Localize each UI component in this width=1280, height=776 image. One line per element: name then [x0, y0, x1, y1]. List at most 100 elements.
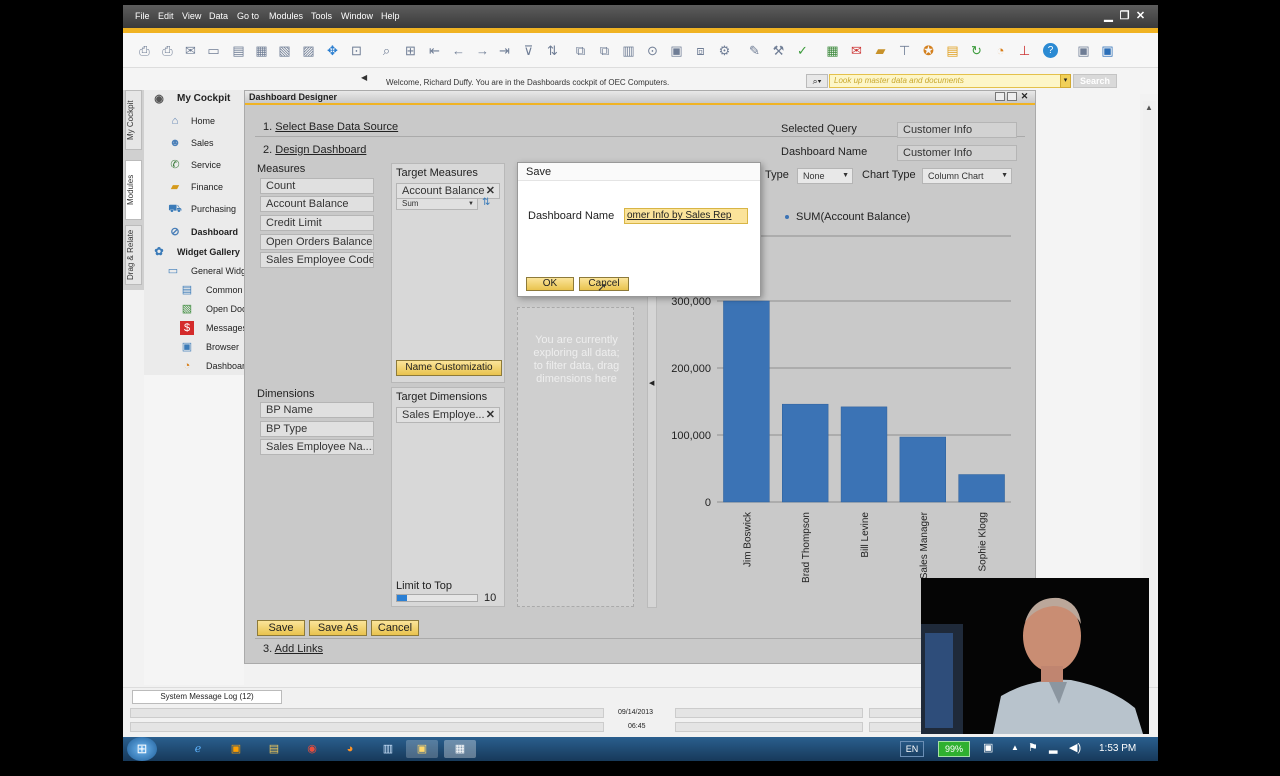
dialog-dashboard-name-input[interactable]: omer Info by Sales Rep: [624, 208, 748, 224]
payment-icon[interactable]: ⊙: [645, 43, 660, 58]
sms-icon[interactable]: ▭: [206, 43, 221, 58]
dimension-item[interactable]: Sales Employee Na...: [260, 439, 374, 455]
system-message-log-tab[interactable]: System Message Log (12): [132, 690, 282, 704]
aggregation-select[interactable]: Sum ▼: [396, 198, 478, 210]
chrome-icon[interactable]: ◉: [296, 740, 328, 758]
previous-record-icon[interactable]: ←: [451, 43, 466, 58]
word-icon[interactable]: ▧: [277, 43, 292, 58]
related-icon[interactable]: ⧈: [693, 43, 708, 58]
clock[interactable]: 1:53 PM: [1099, 743, 1136, 754]
menu-data[interactable]: Data: [209, 11, 228, 21]
remote-desktop-icon[interactable]: ▥: [372, 740, 404, 758]
refresh-icon[interactable]: ↻: [969, 43, 984, 58]
restore-icon[interactable]: ❐: [1118, 10, 1131, 23]
search-scope-icon[interactable]: ⌕▾: [806, 74, 828, 88]
next-record-icon[interactable]: →: [475, 43, 490, 58]
nav-sales[interactable]: ☻ Sales: [144, 134, 244, 152]
launch-icon[interactable]: ✥: [325, 43, 340, 58]
chart-type-select[interactable]: Column Chart ▼: [922, 168, 1012, 184]
sort-measure-icon[interactable]: ⇅: [482, 197, 490, 208]
lock-icon[interactable]: ⊡: [349, 43, 364, 58]
dashboard-icon[interactable]: ◔: [993, 43, 1008, 58]
menu-view[interactable]: View: [182, 11, 201, 21]
menu-help[interactable]: Help: [381, 11, 400, 21]
limit-slider[interactable]: [396, 594, 478, 602]
chart-bar[interactable]: [840, 406, 888, 503]
designer-maximize-icon[interactable]: [1007, 92, 1017, 101]
menu-tools[interactable]: Tools: [311, 11, 332, 21]
nav-finance[interactable]: ▰ Finance: [144, 178, 244, 196]
wifi-icon[interactable]: ▂: [1049, 741, 1057, 754]
tab-modules[interactable]: Modules: [125, 160, 142, 220]
preview-icon[interactable]: ⎙: [137, 43, 152, 58]
limit-slider-handle[interactable]: [397, 595, 407, 601]
dashboard-name-field[interactable]: Customer Info: [897, 145, 1017, 161]
measure-item[interactable]: Sales Employee Code: [260, 252, 374, 268]
dimension-item[interactable]: BP Type: [260, 421, 374, 437]
menu-file[interactable]: File: [135, 11, 150, 21]
flag-icon[interactable]: ⚑: [1028, 741, 1038, 754]
sort-icon[interactable]: ⇅: [545, 43, 560, 58]
close-icon[interactable]: ✕: [1134, 10, 1147, 23]
edit-icon[interactable]: ✎: [747, 43, 762, 58]
target-dimension-item[interactable]: Sales Employe... ✕: [396, 407, 500, 423]
nav-widget-browser[interactable]: ▣ Browser: [144, 338, 244, 356]
sap-taskbar-icon[interactable]: ▣: [406, 740, 438, 758]
folder-icon[interactable]: ▤: [945, 43, 960, 58]
cancel-button[interactable]: Cancel: [371, 620, 419, 636]
active-app-icon[interactable]: ▦: [444, 740, 476, 758]
measure-item[interactable]: Credit Limit: [260, 215, 374, 231]
filter-drop-area[interactable]: You are currently exploring all data; to…: [517, 307, 634, 607]
volume-icon[interactable]: ◀): [1069, 741, 1081, 754]
alert-icon[interactable]: ✉: [849, 43, 864, 58]
chart-bar[interactable]: [899, 436, 946, 503]
nav-purchasing[interactable]: ⛟ Purchasing: [144, 200, 244, 218]
filter-icon[interactable]: ⊽: [521, 43, 536, 58]
nav-home[interactable]: ⌂ Home: [144, 112, 244, 130]
nav-widget-dashboard[interactable]: ◔ Dashboard: [144, 357, 244, 375]
chart-bar[interactable]: [958, 474, 1005, 503]
save-as-button[interactable]: Save As: [309, 620, 367, 636]
minimize-icon[interactable]: ▁: [1102, 10, 1115, 23]
firefox-icon[interactable]: ◕: [334, 740, 366, 758]
measure-item[interactable]: Count: [260, 178, 374, 194]
measure-item[interactable]: Open Orders Balance: [260, 234, 374, 250]
menu-edit[interactable]: Edit: [158, 11, 174, 21]
dimension-item[interactable]: BP Name: [260, 402, 374, 418]
menu-window[interactable]: Window: [341, 11, 373, 21]
start-button-icon[interactable]: ⊞: [127, 737, 157, 761]
language-indicator[interactable]: EN: [900, 741, 924, 757]
nav-widget-common[interactable]: ▤ Common: [144, 281, 244, 299]
journal-icon[interactable]: ▥: [621, 43, 636, 58]
dialog-ok-button[interactable]: OK: [526, 277, 574, 291]
search-button[interactable]: Search: [1073, 74, 1117, 88]
menu-modules[interactable]: Modules: [269, 11, 303, 21]
network-device-icon[interactable]: ▣: [983, 741, 993, 754]
window-list-icon[interactable]: ▣: [1076, 43, 1091, 58]
battery-indicator[interactable]: 99%: [938, 741, 970, 757]
wizard-icon[interactable]: ▰: [873, 43, 888, 58]
designer-minimize-icon[interactable]: [995, 92, 1005, 101]
pdf-icon[interactable]: ▨: [301, 43, 316, 58]
fax-icon[interactable]: ▤: [231, 43, 246, 58]
menu-goto[interactable]: Go to: [237, 11, 259, 21]
calendar-icon[interactable]: ▦: [825, 43, 840, 58]
nav-service[interactable]: ✆ Service: [144, 156, 244, 174]
print-icon[interactable]: ⎙: [160, 43, 175, 58]
last-record-icon[interactable]: ⇥: [497, 43, 512, 58]
internet-explorer-icon[interactable]: ℯ: [182, 740, 214, 758]
logoff-icon[interactable]: ▣: [1100, 43, 1115, 58]
messages-icon[interactable]: ✪: [921, 43, 936, 58]
search-input[interactable]: Look up master data and documents: [829, 74, 1069, 88]
find-icon[interactable]: ⌕: [379, 43, 394, 58]
chart-bar[interactable]: [782, 403, 829, 503]
tab-my-cockpit[interactable]: My Cockpit: [125, 90, 142, 150]
scroll-up-icon[interactable]: ▲: [1145, 103, 1153, 112]
first-record-icon[interactable]: ⇤: [427, 43, 442, 58]
add-icon[interactable]: ⊞: [403, 43, 418, 58]
remove-measure-icon[interactable]: ✕: [486, 184, 495, 198]
email-icon[interactable]: ✉: [183, 43, 198, 58]
settings-icon[interactable]: ⚙: [717, 43, 732, 58]
select-base-data-source-link[interactable]: Select Base Data Source: [275, 121, 398, 133]
design-dashboard-link[interactable]: Design Dashboard: [275, 144, 366, 156]
